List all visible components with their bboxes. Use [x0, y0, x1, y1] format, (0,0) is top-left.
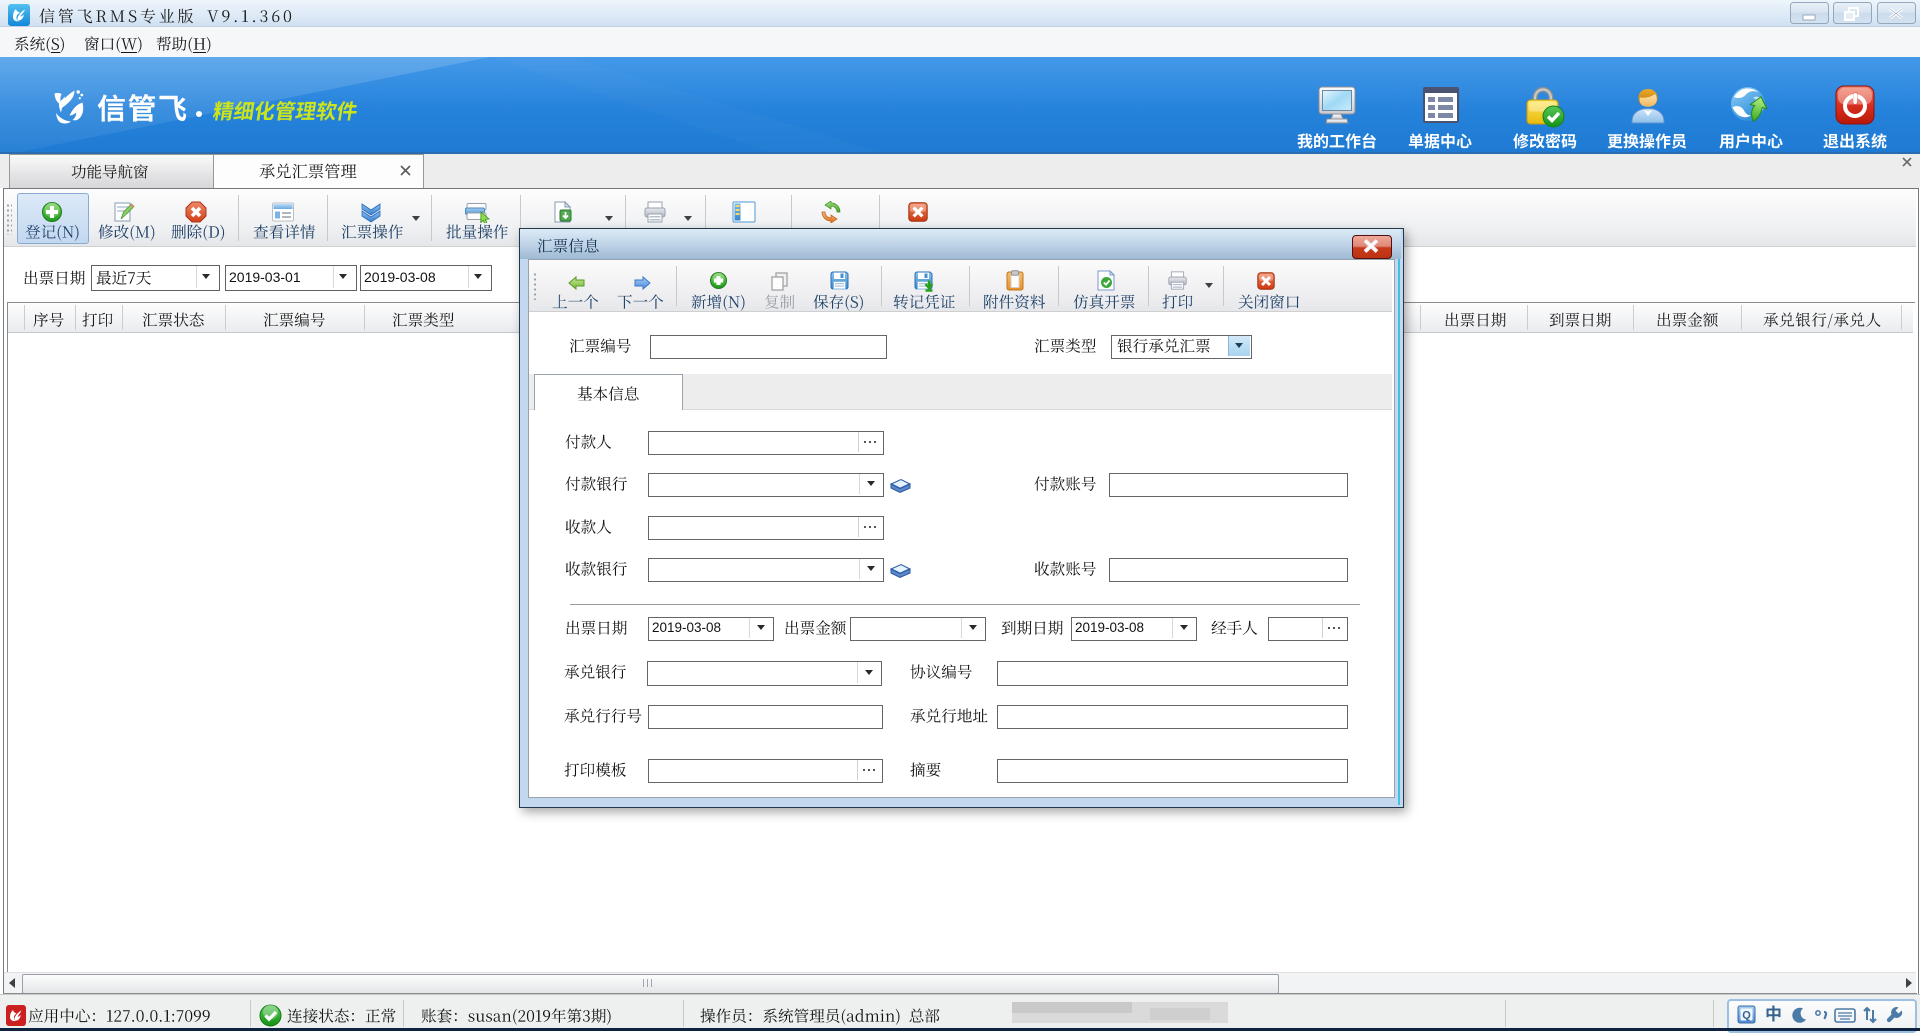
svg-text:Q: Q [1742, 1010, 1751, 1022]
